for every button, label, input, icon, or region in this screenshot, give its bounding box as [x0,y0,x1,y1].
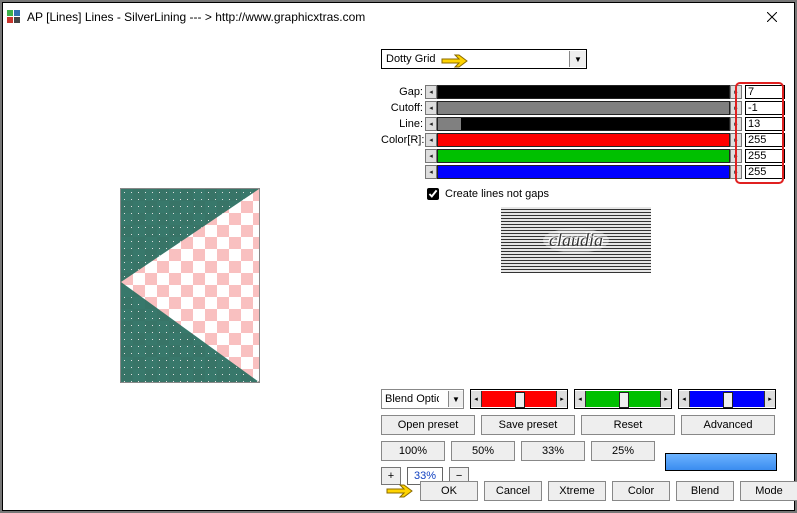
slider-label: Color[R]: [381,134,425,146]
slider-row-gap: Gap: ◂ ▸ 7 [381,85,785,99]
slider-left-arrow[interactable]: ◂ [425,117,437,131]
slider-right-arrow[interactable]: ▸ [730,165,742,179]
create-lines-checkbox-row: Create lines not gaps [423,185,785,203]
slider-label: Line: [381,118,425,130]
zoom-50-button[interactable]: 50% [451,441,515,461]
slider-row-color-b: ◂ ▸ 255 [381,165,785,179]
zoom-100-button[interactable]: 100% [381,441,445,461]
blend-options-dropdown[interactable]: Blend Options ▼ [381,389,464,409]
create-lines-checkbox[interactable] [427,188,439,200]
slider-track-line[interactable] [437,117,730,131]
slider-track-g[interactable] [437,149,730,163]
advanced-button[interactable]: Advanced [681,415,775,435]
open-preset-button[interactable]: Open preset [381,415,475,435]
slider-track-gap[interactable] [437,85,730,99]
chevron-down-icon: ▼ [569,51,586,67]
close-icon [767,12,777,22]
brand-logo: claudia [501,207,651,273]
slider-label: Gap: [381,86,425,98]
slider-left-arrow[interactable]: ◂ [425,165,437,179]
slider-left-arrow[interactable]: ◂ [679,391,690,407]
slider-left-arrow[interactable]: ◂ [425,149,437,163]
slider-track-b[interactable] [437,165,730,179]
chevron-down-icon: ▼ [448,391,463,407]
brand-logo-text: claudia [543,228,609,253]
close-button[interactable] [750,3,794,31]
preset-dropdown[interactable]: Dotty Grid ▼ [381,49,587,69]
slider-right-arrow[interactable]: ▸ [556,391,567,407]
slider-left-arrow[interactable]: ◂ [425,85,437,99]
slider-row-color-r: Color[R]: ◂ ▸ 255 [381,133,785,147]
zoom-25-button[interactable]: 25% [591,441,655,461]
zoom-33-button[interactable]: 33% [521,441,585,461]
reset-button[interactable]: Reset [581,415,675,435]
blend-options-label: Blend Options [385,393,439,405]
mode-button[interactable]: Mode [740,481,797,501]
slider-left-arrow[interactable]: ◂ [575,391,586,407]
blend-slider-red[interactable]: ◂ ▸ [470,389,568,409]
slider-value-cutoff[interactable]: -1 [745,101,785,115]
slider-value-r[interactable]: 255 [745,133,785,147]
slider-right-arrow[interactable]: ▸ [730,117,742,131]
slider-track-cutoff[interactable] [437,101,730,115]
slider-right-arrow[interactable]: ▸ [730,149,742,163]
xtreme-button[interactable]: Xtreme [548,481,606,501]
slider-value-b[interactable]: 255 [745,165,785,179]
slider-right-arrow[interactable]: ▸ [660,391,671,407]
slider-right-arrow[interactable]: ▸ [730,101,742,115]
create-lines-label: Create lines not gaps [445,188,549,200]
slider-value-g[interactable]: 255 [745,149,785,163]
slider-row-line: Line: ◂ ▸ 13 [381,117,785,131]
app-icon [7,10,21,24]
cancel-button[interactable]: Cancel [484,481,542,501]
slider-track-r[interactable] [437,133,730,147]
slider-right-arrow[interactable]: ▸ [764,391,775,407]
slider-label: Cutoff: [381,102,425,114]
titlebar: AP [Lines] Lines - SilverLining --- > ht… [3,3,794,32]
pointer-hand-icon [386,482,414,500]
slider-row-color-g: ◂ ▸ 255 [381,149,785,163]
blend-button[interactable]: Blend [676,481,734,501]
slider-row-cutoff: Cutoff: ◂ ▸ -1 [381,101,785,115]
preview-image [120,188,260,383]
slider-right-arrow[interactable]: ▸ [730,133,742,147]
preset-dropdown-value: Dotty Grid [386,53,436,65]
color-button[interactable]: Color [612,481,670,501]
slider-value-gap[interactable]: 7 [745,85,785,99]
window-title: AP [Lines] Lines - SilverLining --- > ht… [27,10,365,24]
ok-button[interactable]: OK [420,481,478,501]
slider-left-arrow[interactable]: ◂ [425,133,437,147]
blend-slider-blue[interactable]: ◂ ▸ [678,389,776,409]
slider-left-arrow[interactable]: ◂ [471,391,482,407]
save-preset-button[interactable]: Save preset [481,415,575,435]
blend-slider-green[interactable]: ◂ ▸ [574,389,672,409]
slider-left-arrow[interactable]: ◂ [425,101,437,115]
slider-value-line[interactable]: 13 [745,117,785,131]
color-swatch[interactable] [665,453,777,471]
slider-right-arrow[interactable]: ▸ [730,85,742,99]
